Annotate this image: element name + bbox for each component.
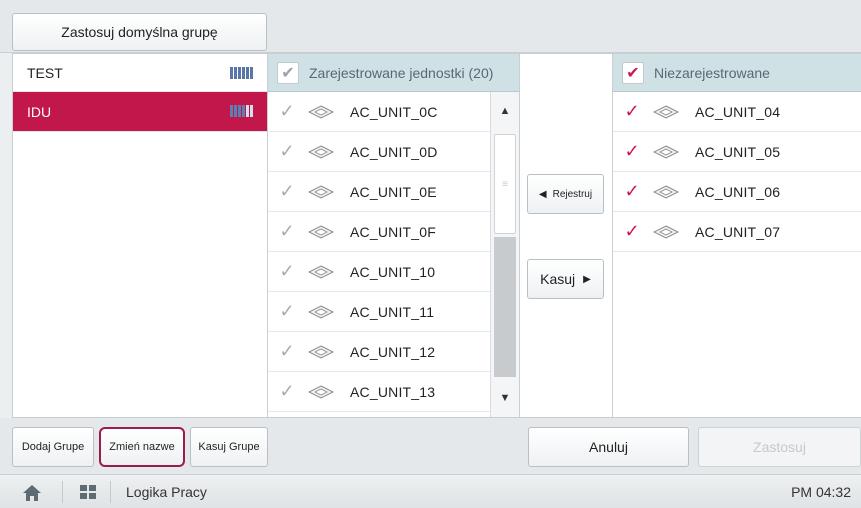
unregistered-unit-row[interactable]: ✓ AC_UNIT_05: [613, 132, 861, 172]
select-all-unregistered-checkbox[interactable]: ✔: [622, 61, 644, 84]
ceiling-cassette-icon: [308, 344, 336, 359]
add-group-button[interactable]: Dodaj Grupe: [12, 427, 94, 467]
register-button[interactable]: ◀ Rejestruj: [527, 174, 604, 214]
ceiling-cassette-icon: [308, 184, 336, 199]
clock: PM 04:32: [791, 484, 851, 500]
transfer-buttons-column: ◀ Rejestruj Kasuj ▶: [520, 53, 612, 418]
unregistered-unit-row[interactable]: ✓ AC_UNIT_07: [613, 212, 861, 252]
group-name: IDU: [27, 103, 52, 120]
divider: [110, 481, 111, 503]
page-title: Logika Pracy: [126, 484, 207, 500]
rename-group-button[interactable]: Zmień nazwe: [99, 427, 185, 467]
registered-unit-row[interactable]: ✓ AC_UNIT_0D: [268, 132, 490, 172]
divider: [62, 481, 63, 503]
check-icon: ✓: [279, 181, 295, 201]
home-icon[interactable]: [22, 484, 42, 502]
unregistered-header-label: Niezarejestrowane: [654, 64, 770, 81]
unregistered-units-panel: ✔ Niezarejestrowane ✓ AC_UNIT_04 ✓ AC_UNIT…: [612, 53, 861, 418]
unregistered-unit-row[interactable]: ✓ AC_UNIT_04: [613, 92, 861, 132]
registered-unit-row[interactable]: ✓ AC_UNIT_0C: [268, 92, 490, 132]
check-icon: ✓: [279, 221, 295, 241]
group-item-idu[interactable]: IDU: [13, 92, 267, 132]
registered-units-panel: ✔ Zarejestrowane jednostki (20) ✓ AC_UNIT…: [268, 53, 520, 418]
check-icon: ✓: [279, 301, 295, 321]
group-name: TEST: [27, 64, 63, 81]
check-icon: ✓: [624, 181, 640, 201]
registered-unit-list: ✓ AC_UNIT_0C ✓ AC_UNIT_0D ✓ AC_UNIT_0E ✓ AC_…: [268, 92, 490, 412]
left-arrow-icon: ◀: [538, 188, 547, 200]
menu-grid-icon[interactable]: [80, 485, 96, 499]
top-toolbar: Zastosuj domyślna grupę: [0, 0, 861, 53]
ceiling-cassette-icon: [308, 384, 336, 399]
check-icon: ✓: [624, 221, 640, 241]
action-bar: Dodaj Grupe Zmień nazwe Kasuj Grupe Anul…: [0, 418, 861, 474]
scroll-track[interactable]: [494, 237, 516, 377]
ceiling-cassette-icon: [308, 224, 336, 239]
registered-unit-row[interactable]: ✓ AC_UNIT_11: [268, 292, 490, 332]
registered-unit-row[interactable]: ✓ AC_UNIT_0E: [268, 172, 490, 212]
delete-group-button[interactable]: Kasuj Grupe: [190, 427, 268, 467]
status-bar: Logika Pracy PM 04:32: [0, 474, 861, 508]
check-icon: ✓: [279, 141, 295, 161]
check-icon: ✓: [279, 381, 295, 401]
ceiling-cassette-icon: [308, 304, 336, 319]
unregistered-unit-list: ✓ AC_UNIT_04 ✓ AC_UNIT_05 ✓ AC_UNIT_06 ✓ AC_…: [613, 92, 861, 252]
group-color-bars-icon: [230, 67, 253, 79]
register-label: Rejestruj: [552, 188, 593, 200]
registered-unit-row[interactable]: ✓ AC_UNIT_10: [268, 252, 490, 292]
delete-label: Kasuj: [540, 271, 576, 287]
ceiling-cassette-icon: [653, 104, 681, 119]
ceiling-cassette-icon: [653, 144, 681, 159]
cancel-button[interactable]: Anuluj: [528, 427, 689, 467]
ceiling-cassette-icon: [308, 104, 336, 119]
registered-header-label: Zarejestrowane jednostki (20): [309, 64, 494, 81]
scroll-thumb[interactable]: ≡: [494, 134, 516, 234]
check-icon: ✓: [624, 101, 640, 121]
ceiling-cassette-icon: [653, 224, 681, 239]
select-all-registered-checkbox[interactable]: ✔: [277, 61, 299, 84]
ceiling-cassette-icon: [308, 144, 336, 159]
ceiling-cassette-icon: [653, 184, 681, 199]
check-icon: ✓: [624, 141, 640, 161]
unregistered-header: ✔ Niezarejestrowane: [613, 54, 861, 92]
registered-header: ✔ Zarejestrowane jednostki (20): [268, 54, 519, 92]
check-icon: ✓: [279, 101, 295, 121]
scroll-up-arrow-icon[interactable]: ▲: [491, 92, 519, 130]
delete-unit-button[interactable]: Kasuj ▶: [527, 259, 604, 299]
registered-unit-row[interactable]: ✓ AC_UNIT_13: [268, 372, 490, 412]
apply-button[interactable]: Zastosuj: [698, 427, 861, 467]
group-item-test[interactable]: TEST: [13, 54, 267, 92]
registered-scrollbar[interactable]: ▲ ≡ ▼: [490, 92, 519, 417]
group-list: TEST IDU: [12, 53, 268, 418]
unregistered-unit-row[interactable]: ✓ AC_UNIT_06: [613, 172, 861, 212]
check-icon: ✓: [279, 261, 295, 281]
scroll-down-arrow-icon[interactable]: ▼: [491, 379, 519, 417]
registered-unit-row[interactable]: ✓ AC_UNIT_12: [268, 332, 490, 372]
registered-unit-row[interactable]: ✓ AC_UNIT_0F: [268, 212, 490, 252]
right-arrow-icon: ▶: [583, 273, 591, 285]
ceiling-cassette-icon: [308, 264, 336, 279]
group-color-bars-icon: [230, 105, 253, 117]
apply-default-group-button[interactable]: Zastosuj domyślna grupę: [12, 13, 267, 51]
check-icon: ✓: [279, 341, 295, 361]
